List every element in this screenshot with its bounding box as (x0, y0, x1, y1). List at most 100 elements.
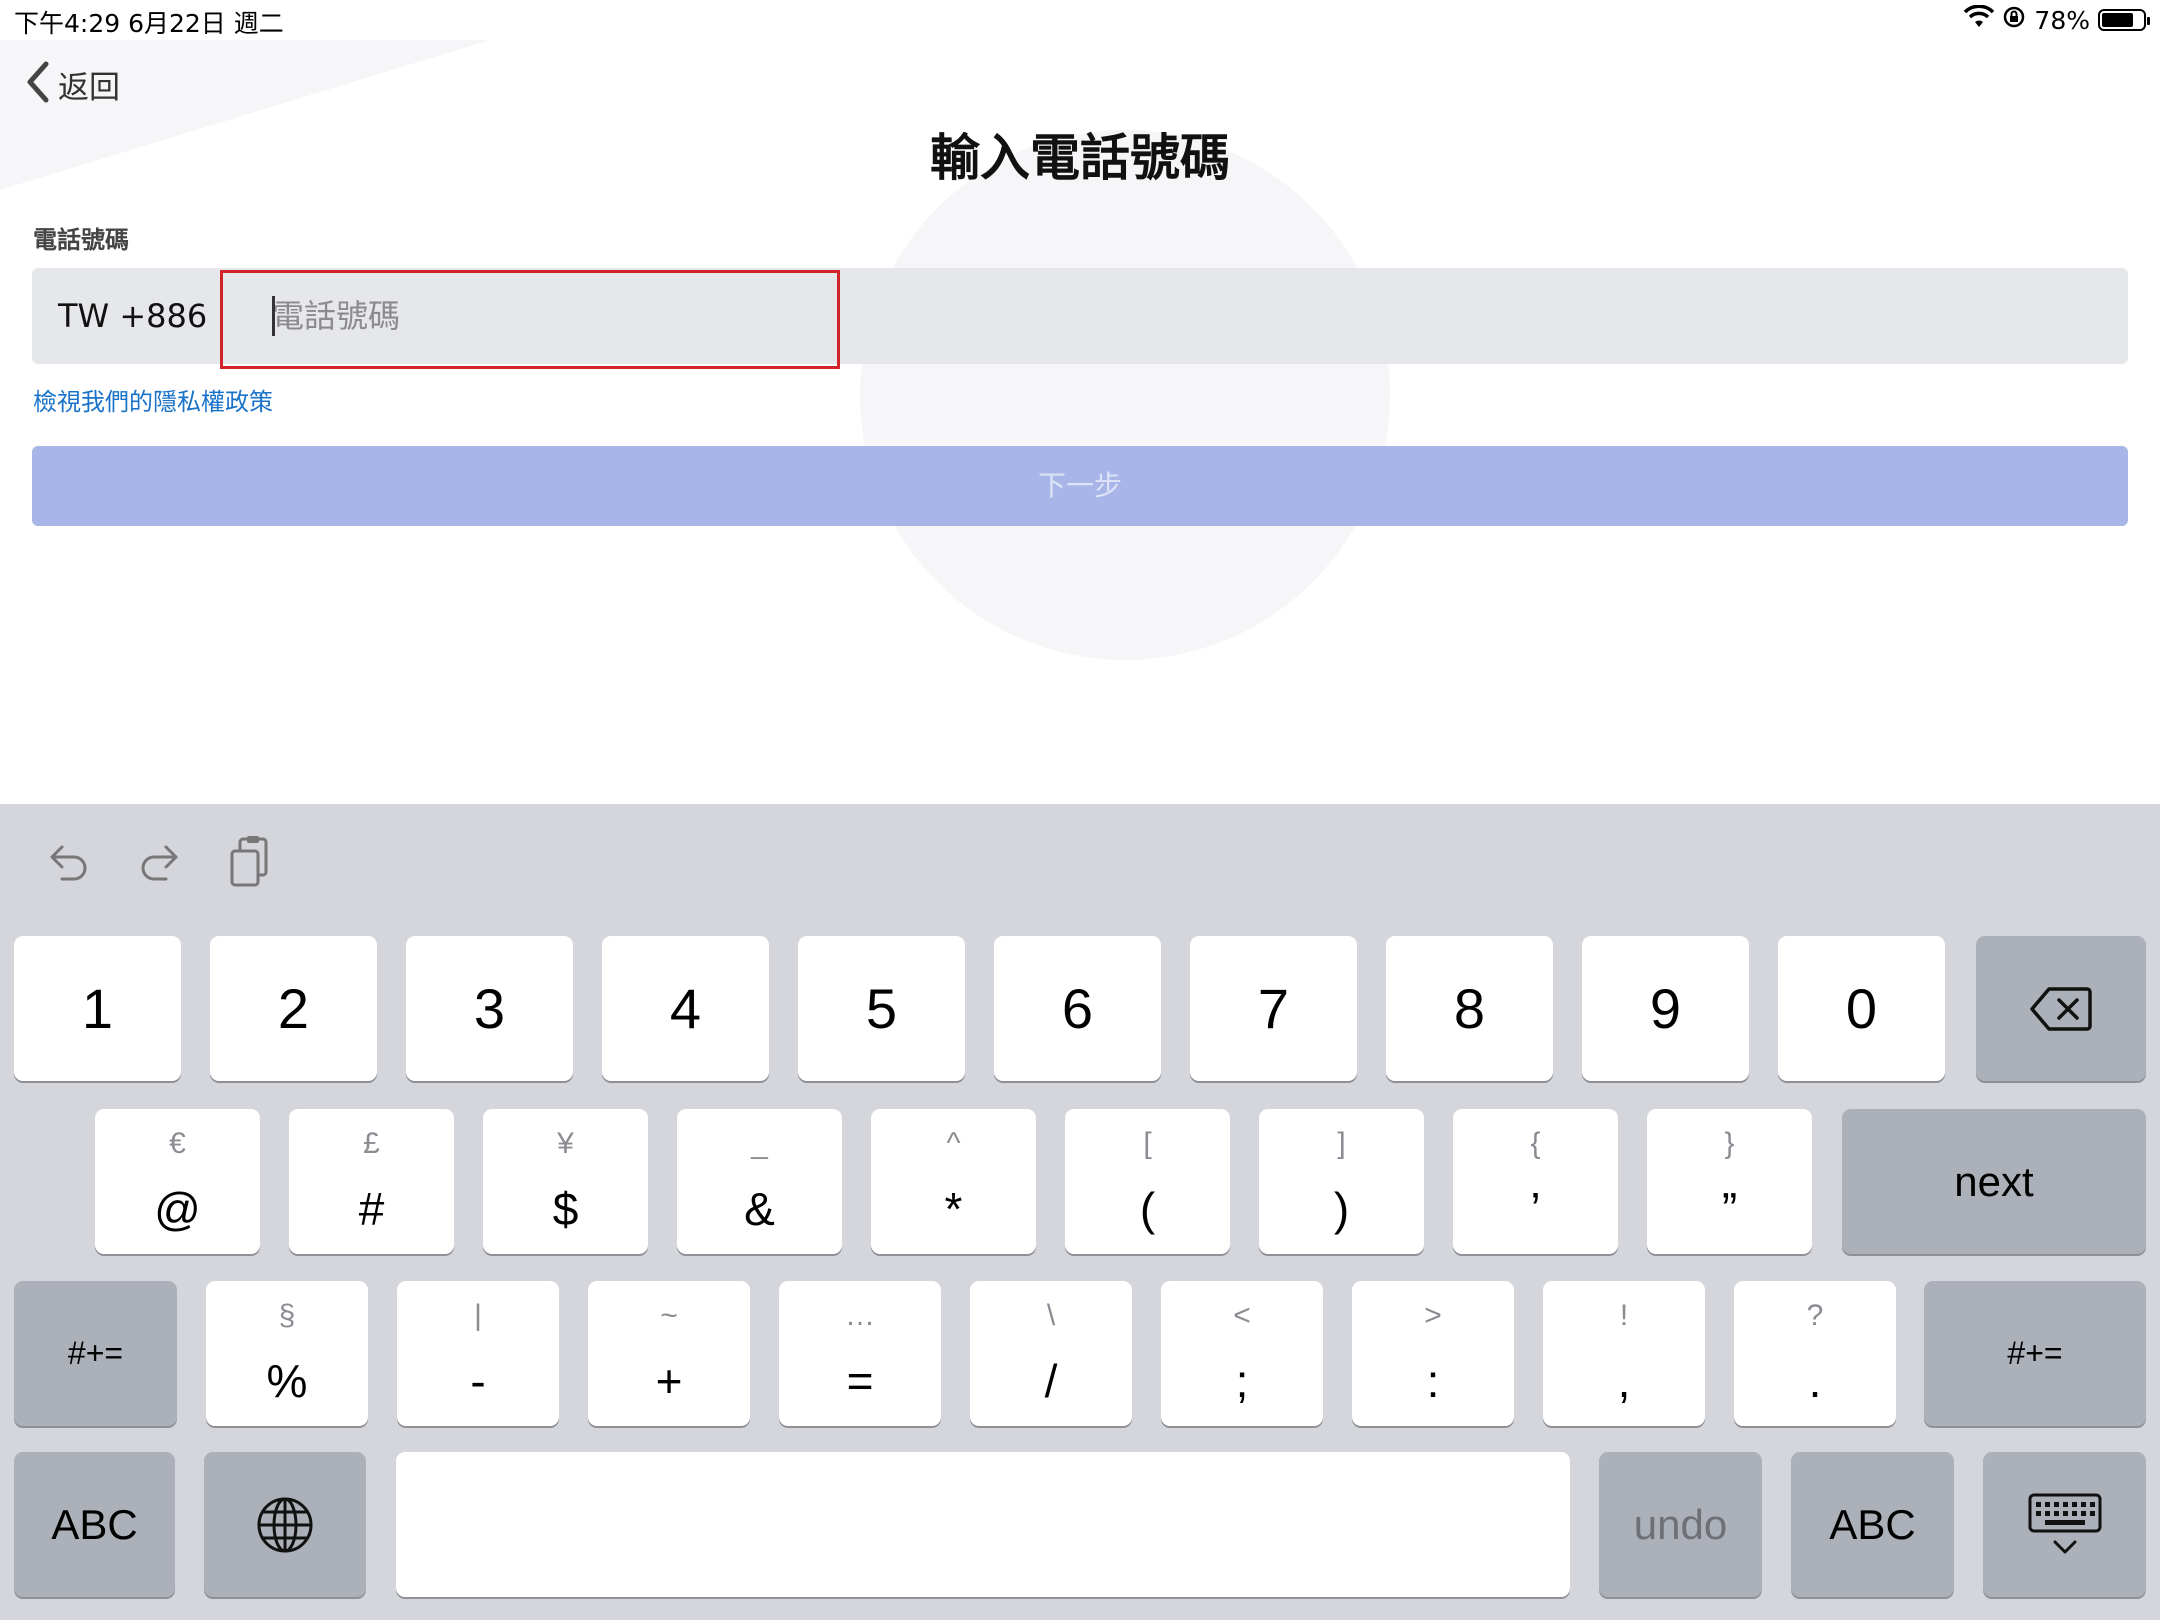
key-label: ; (1235, 1355, 1249, 1407)
key-label: : (1426, 1355, 1440, 1407)
digit-key-7[interactable]: 7 (1190, 936, 1357, 1081)
symbol-key-row3-2[interactable]: ~ + (588, 1281, 750, 1426)
page-title: 輸入電話號碼 (930, 129, 1230, 187)
shift-symbols-key-right[interactable]: #+= (1924, 1281, 2146, 1426)
key-label: #+= (2007, 1335, 2063, 1371)
symbol-key-row3-6[interactable]: >: (1352, 1281, 1514, 1426)
key-alt-label: _ (751, 1127, 768, 1160)
key-alt-label: ! (1619, 1299, 1629, 1332)
backspace-icon (2030, 986, 2092, 1031)
paste-clipboard-icon[interactable] (224, 834, 274, 890)
digit-key-0[interactable]: 0 (1778, 936, 1945, 1081)
digit-key-4[interactable]: 4 (602, 936, 769, 1081)
symbol-key-row3-8[interactable]: ?. (1734, 1281, 1896, 1426)
globe-key[interactable] (204, 1452, 366, 1597)
digit-key-3[interactable]: 3 (406, 936, 573, 1081)
backspace-key[interactable] (1976, 936, 2146, 1081)
key-label: 9 (1649, 977, 1682, 1040)
symbol-key-8[interactable]: }” (1647, 1109, 1812, 1254)
space-bar[interactable] (396, 1452, 1570, 1597)
key-label: $ (552, 1183, 579, 1235)
key-alt-label: | (474, 1299, 482, 1332)
next-key[interactable]: next (1842, 1109, 2146, 1254)
key-label: % (266, 1355, 308, 1407)
symbol-key-row3-7[interactable]: !, (1543, 1281, 1705, 1426)
status-time-date: 下午4:29 6月22日 週二 (14, 9, 284, 38)
chevron-left-icon (24, 60, 50, 109)
key-label: next (1954, 1157, 2034, 1205)
abc-key-right[interactable]: ABC (1791, 1452, 1954, 1597)
symbol-key-row3-3[interactable]: … = (779, 1281, 941, 1426)
key-label: 3 (473, 977, 506, 1040)
symbol-key-2[interactable]: ¥ $ (483, 1109, 648, 1254)
key-label: 2 (277, 977, 310, 1040)
onscreen-keyboard: 1 2 3 4 5 6 7 8 9 0 € @ £ # ¥ $ _ & ^ *[(]){’}” next #+= §% | - ~… (0, 804, 2160, 1620)
symbol-key-row3-5[interactable]: <; (1161, 1281, 1323, 1426)
key-label: 8 (1453, 977, 1486, 1040)
symbol-key-0[interactable]: € @ (95, 1109, 260, 1254)
back-label: 返回 (58, 69, 120, 106)
wifi-icon (1964, 4, 1995, 35)
digit-key-2[interactable]: 2 (210, 936, 377, 1081)
keyboard-dismiss-icon (2028, 1493, 2101, 1553)
key-alt-label: € (169, 1127, 186, 1160)
key-alt-label: ^ (946, 1127, 961, 1160)
key-label: & (744, 1183, 775, 1235)
symbol-key-row3-0[interactable]: §% (206, 1281, 368, 1426)
digit-key-9[interactable]: 9 (1582, 936, 1749, 1081)
key-alt-label: … (845, 1299, 875, 1332)
orientation-lock-icon (2002, 5, 2026, 35)
key-label: ( (1139, 1183, 1156, 1235)
digit-key-8[interactable]: 8 (1386, 936, 1553, 1081)
phone-field-label: 電話號碼 (33, 226, 129, 254)
back-button[interactable]: 返回 (24, 60, 120, 108)
symbol-key-3[interactable]: _ & (677, 1109, 842, 1254)
highlight-annotation-box (220, 270, 840, 369)
key-label: = (846, 1355, 874, 1407)
key-alt-label: \ (1046, 1299, 1056, 1332)
keyboard-toolbar (0, 804, 2160, 916)
privacy-policy-link[interactable]: 檢視我們的隱私權政策 (33, 382, 273, 417)
next-step-button[interactable]: 下一步 (32, 446, 2128, 526)
symbol-key-6[interactable]: ]) (1259, 1109, 1424, 1254)
symbol-key-5[interactable]: [( (1065, 1109, 1230, 1254)
key-alt-label: ] (1337, 1127, 1346, 1160)
symbol-key-1[interactable]: £ # (289, 1109, 454, 1254)
key-alt-label: { (1530, 1127, 1541, 1160)
undo-key[interactable]: undo (1599, 1452, 1762, 1597)
key-label: . (1808, 1355, 1822, 1407)
status-bar: 下午4:29 6月22日 週二 78% (0, 0, 2160, 40)
symbol-key-4[interactable]: ^ * (871, 1109, 1036, 1254)
key-label: ABC (1829, 1500, 1916, 1548)
battery-percent: 78% (2034, 5, 2090, 35)
key-label: + (655, 1355, 683, 1407)
symbol-key-row3-4[interactable]: \ / (970, 1281, 1132, 1426)
symbol-key-7[interactable]: {’ (1453, 1109, 1618, 1254)
shift-symbols-key-left[interactable]: #+= (14, 1281, 177, 1426)
key-label: @ (154, 1183, 201, 1235)
status-indicators: 78% (1964, 3, 2150, 37)
key-label: * (944, 1183, 963, 1235)
key-label: ) (1333, 1183, 1350, 1235)
abc-key-left[interactable]: ABC (14, 1452, 175, 1597)
key-alt-label: § (278, 1299, 296, 1332)
key-label: 1 (81, 977, 114, 1040)
symbol-key-row3-1[interactable]: | - (397, 1281, 559, 1426)
key-alt-label: > (1424, 1299, 1442, 1332)
undo-arrow-icon[interactable] (44, 834, 94, 890)
key-label: undo (1633, 1500, 1728, 1548)
key-label: / (1044, 1355, 1058, 1407)
digit-key-5[interactable]: 5 (798, 936, 965, 1081)
key-label: 5 (865, 977, 898, 1040)
key-alt-label: ? (1806, 1299, 1824, 1332)
dismiss-keyboard-key[interactable] (1983, 1452, 2146, 1597)
key-label: 0 (1845, 977, 1878, 1040)
key-alt-label: ¥ (557, 1127, 574, 1160)
key-label: ABC (51, 1500, 138, 1548)
redo-arrow-icon[interactable] (134, 834, 184, 890)
country-code-selector[interactable]: TW +886 (58, 268, 207, 364)
digit-key-6[interactable]: 6 (994, 936, 1161, 1081)
digit-key-1[interactable]: 1 (14, 936, 181, 1081)
key-label: #+= (67, 1335, 124, 1371)
key-label: 4 (669, 977, 702, 1040)
